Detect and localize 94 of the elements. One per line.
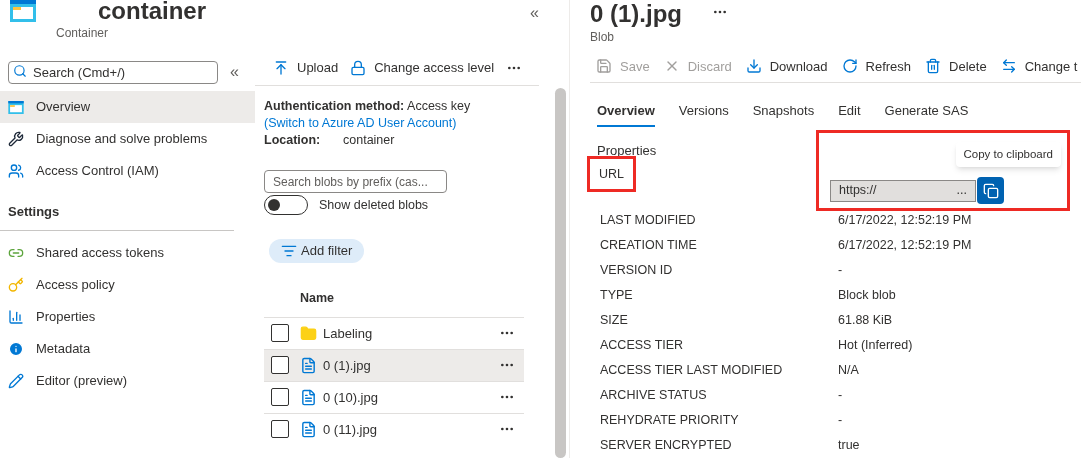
url-ellipsis: ...	[956, 182, 967, 200]
download-icon	[745, 58, 762, 75]
bars-icon	[8, 308, 24, 325]
blob-subtitle: Blob	[590, 29, 616, 46]
blob-row[interactable]: 0 (11).jpg	[264, 412, 524, 445]
property-label: URL	[587, 155, 636, 193]
property-label: VERSION ID	[600, 262, 674, 280]
blob-name: Labeling	[323, 324, 374, 343]
pencil-icon	[8, 372, 24, 389]
file-icon	[300, 388, 317, 406]
url-value: https://	[839, 182, 877, 200]
property-label: CREATION TIME	[600, 237, 698, 255]
property-label: ACCESS TIER LAST MODIFIED	[600, 362, 784, 380]
property-value: N/A	[838, 362, 859, 380]
search-field[interactable]: Search (Cmd+/)	[8, 61, 218, 84]
people-icon	[8, 163, 24, 179]
property-label: REHYDRATE PRIORITY	[600, 412, 740, 430]
row-checkbox[interactable]	[271, 388, 289, 407]
collapse-button[interactable]: «	[230, 63, 239, 80]
refresh-icon	[841, 58, 858, 75]
auth-method-text: Authentication method: Access key (Switch to Azure AD User Account)	[264, 98, 472, 132]
nav-item[interactable]: Diagnose and solve problems	[0, 123, 255, 155]
blob-row[interactable]: 0 (1).jpg	[264, 348, 524, 381]
toolbar-button[interactable]: Change t	[1000, 56, 1078, 76]
nav-item[interactable]: Editor (preview)	[0, 364, 255, 397]
tab[interactable]: Edit	[838, 100, 861, 127]
property-label: SERVER ENCRYPTED	[600, 437, 733, 455]
blob-row[interactable]: 0 (10).jpg	[264, 380, 524, 413]
nav-item[interactable]: Properties	[0, 300, 255, 333]
trash-icon	[925, 58, 942, 75]
resource-title: container	[98, 0, 207, 24]
toggle-label: Show deleted blobs	[319, 196, 429, 214]
property-value: -	[838, 412, 843, 430]
scrollbar[interactable]	[555, 88, 566, 458]
search-icon	[13, 64, 27, 78]
tab[interactable]: Generate SAS	[884, 100, 969, 127]
nav-item[interactable]: Metadata	[0, 332, 255, 365]
container-icon	[8, 100, 24, 114]
file-icon	[300, 356, 317, 374]
toolbar-button[interactable]: Upload	[273, 58, 339, 78]
property-value: 6/17/2022, 12:52:19 PM	[838, 212, 972, 230]
tab[interactable]: Versions	[678, 100, 729, 127]
tab[interactable]: Overview	[597, 100, 655, 127]
property-value: -	[838, 387, 843, 405]
upload-icon	[273, 59, 289, 76]
property-value: 61.88 KiB	[838, 312, 893, 330]
blob-name: 0 (11).jpg	[323, 420, 378, 439]
tooltip: Copy to clipboard	[955, 142, 1061, 168]
key-icon	[8, 276, 24, 293]
nav-item[interactable]: Access policy	[0, 268, 255, 301]
swap-arrows-icon	[1000, 58, 1017, 75]
add-filter-button[interactable]: Add filter	[269, 239, 365, 263]
resource-subtitle: Container	[56, 25, 110, 42]
lock-icon	[350, 59, 367, 76]
property-label: TYPE	[600, 287, 634, 305]
nav-item[interactable]: Shared access tokens	[0, 236, 255, 269]
property-value: -	[838, 262, 843, 280]
info-icon	[8, 340, 24, 357]
nav-item[interactable]: Overview	[0, 91, 255, 123]
blob-row[interactable]: Labeling	[264, 316, 524, 349]
copy-button[interactable]	[977, 177, 1004, 205]
search-field[interactable]: Search blobs by prefix (cas...	[264, 170, 447, 193]
property-value: 6/17/2022, 12:52:19 PM	[838, 237, 972, 255]
nav-item[interactable]: Access Control (IAM)	[0, 155, 255, 187]
blob-name: 0 (10).jpg	[323, 388, 379, 407]
tab[interactable]: Snapshots	[752, 100, 815, 127]
location-value: container	[343, 132, 395, 149]
toolbar-button[interactable]: Download	[745, 56, 828, 76]
row-checkbox[interactable]	[271, 356, 289, 375]
toolbar-button[interactable]: Delete	[925, 56, 987, 76]
row-checkbox[interactable]	[271, 324, 289, 343]
toolbar-button[interactable]: Refresh	[841, 56, 912, 76]
row-checkbox[interactable]	[271, 420, 289, 439]
folder-icon	[300, 324, 317, 342]
property-label: SIZE	[600, 312, 629, 330]
save-icon	[596, 58, 612, 75]
property-label: ARCHIVE STATUS	[600, 387, 708, 405]
property-label: ACCESS TIER	[600, 337, 685, 355]
copy-icon	[982, 182, 999, 199]
location-label: Location:	[264, 132, 322, 149]
file-icon	[300, 420, 317, 438]
filter-icon	[281, 243, 297, 259]
blob-title: 0 (1).jpg	[590, 0, 682, 28]
blob-name: 0 (1).jpg	[323, 356, 372, 375]
property-value: Hot (Inferred)	[838, 337, 913, 355]
property-value: Block blob	[838, 287, 896, 305]
property-label: LAST MODIFIED	[600, 212, 697, 230]
property-value: true	[838, 437, 860, 455]
column-header: Name	[300, 290, 336, 307]
wrench-icon	[8, 131, 24, 147]
section-heading: Settings	[0, 202, 234, 231]
toolbar-button[interactable]: Change access level	[350, 58, 495, 78]
collapse-button[interactable]: «	[530, 4, 539, 22]
switch-account-link[interactable]: (Switch to Azure AD User Account)	[264, 116, 457, 130]
